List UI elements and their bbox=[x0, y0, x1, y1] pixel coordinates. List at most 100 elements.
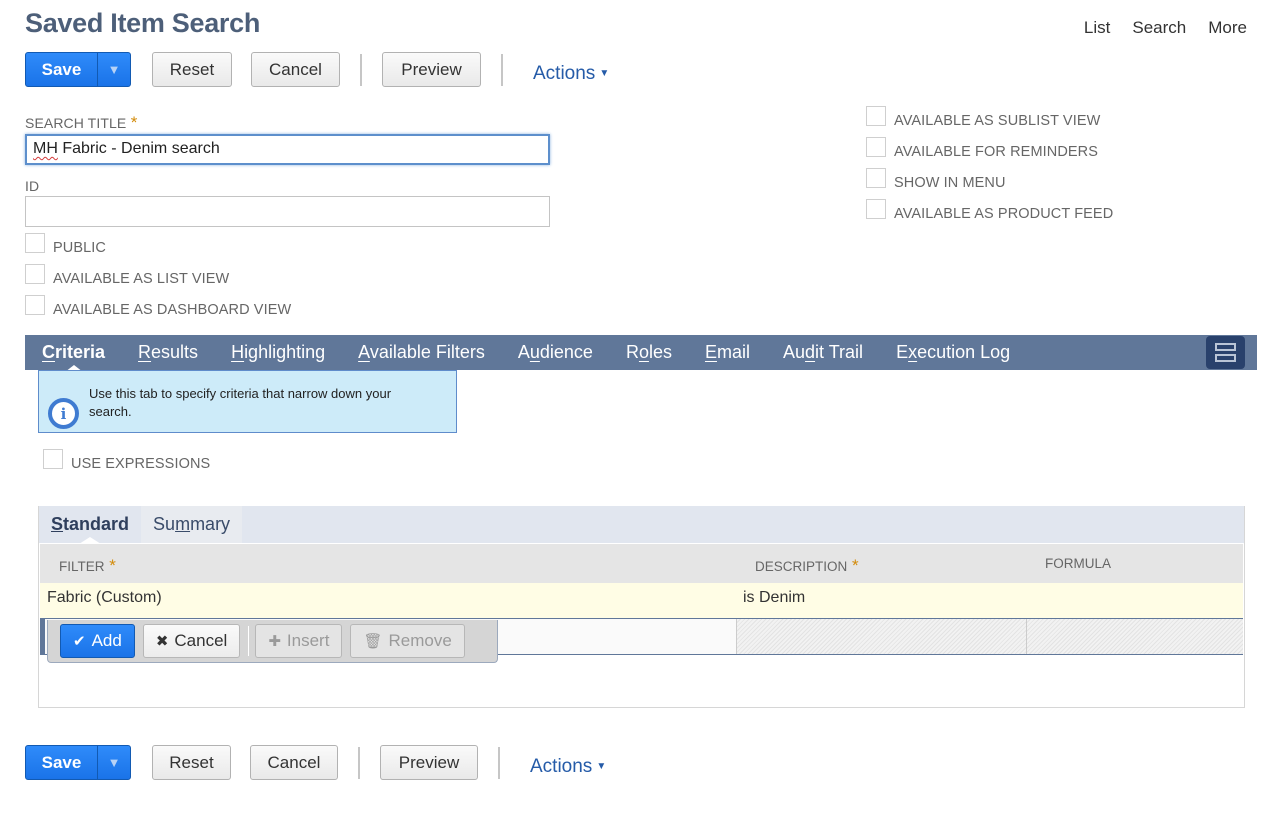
checkmark-icon: ✔ bbox=[73, 633, 86, 650]
tab-results[interactable]: Results bbox=[138, 342, 198, 363]
list-view-checkbox-row[interactable]: AVAILABLE AS LIST VIEW bbox=[25, 264, 230, 287]
search-title-value: Fabric - Denim search bbox=[57, 140, 220, 157]
info-icon: i bbox=[48, 398, 79, 429]
tab-email[interactable]: Email bbox=[705, 342, 750, 363]
plus-icon: ✚ bbox=[268, 633, 281, 650]
tab-criteria[interactable]: Criteria bbox=[42, 342, 105, 363]
description-cell: is Denim bbox=[743, 589, 806, 606]
toolbar-divider bbox=[498, 746, 500, 779]
list-view-label: AVAILABLE AS LIST VIEW bbox=[53, 271, 230, 287]
filter-cell: Fabric (Custom) bbox=[47, 589, 162, 606]
actions-label: Actions bbox=[530, 755, 593, 777]
public-checkbox-row[interactable]: PUBLIC bbox=[25, 233, 106, 256]
tab-highlighting[interactable]: Highlighting bbox=[231, 342, 325, 363]
id-label: ID bbox=[25, 178, 40, 194]
top-nav-links: List Search More bbox=[1084, 18, 1247, 38]
public-label: PUBLIC bbox=[53, 240, 106, 256]
toolbar-divider bbox=[501, 53, 503, 86]
preview-button[interactable]: Preview bbox=[382, 52, 481, 87]
show-in-menu-checkbox[interactable] bbox=[866, 168, 886, 188]
product-feed-label: AVAILABLE AS PRODUCT FEED bbox=[894, 206, 1114, 222]
search-link[interactable]: Search bbox=[1132, 18, 1186, 38]
close-icon: ✖ bbox=[155, 633, 169, 650]
show-in-menu-label: SHOW IN MENU bbox=[894, 175, 1006, 191]
sublist-view-label: AVAILABLE AS SUBLIST VIEW bbox=[894, 113, 1101, 129]
search-title-input[interactable]: MH Fabric - Denim search bbox=[25, 134, 550, 165]
formula-cell-disabled bbox=[1026, 619, 1243, 654]
dashboard-view-checkbox-row[interactable]: AVAILABLE AS DASHBOARD VIEW bbox=[25, 295, 292, 318]
info-message: i Use this tab to specify criteria that … bbox=[38, 370, 457, 433]
show-in-menu-checkbox-row[interactable]: SHOW IN MENU bbox=[866, 168, 1006, 191]
reset-button[interactable]: Reset bbox=[152, 52, 232, 87]
preview-button[interactable]: Preview bbox=[380, 745, 478, 780]
tab-roles[interactable]: Roles bbox=[626, 342, 672, 363]
toolbar-divider bbox=[360, 53, 362, 86]
id-input[interactable] bbox=[25, 196, 550, 227]
reminders-label: AVAILABLE FOR REMINDERS bbox=[894, 144, 1099, 160]
subtab-bar: Standard Su m mary bbox=[39, 506, 1244, 543]
bottom-toolbar: Save ▼ Reset Cancel Preview Actions ▼ bbox=[25, 745, 606, 780]
tab-execution-log[interactable]: Execution Log bbox=[896, 342, 1010, 363]
info-text: Use this tab to specify criteria that na… bbox=[89, 386, 392, 419]
subtab-summary[interactable]: Su m mary bbox=[141, 506, 243, 543]
use-expressions-checkbox-row[interactable]: USE EXPRESSIONS bbox=[43, 449, 211, 472]
required-asterisk: * bbox=[130, 113, 138, 132]
more-link[interactable]: More bbox=[1208, 18, 1247, 38]
trash-icon: 🗑 bbox=[363, 633, 383, 650]
save-dropdown-button[interactable]: ▼ bbox=[97, 53, 130, 86]
description-cell-disabled bbox=[736, 619, 1026, 654]
public-checkbox[interactable] bbox=[25, 233, 45, 253]
save-button[interactable]: Save bbox=[26, 53, 97, 86]
table-row[interactable]: Fabric (Custom) is Denim bbox=[40, 583, 1243, 618]
stacked-rows-icon bbox=[1215, 343, 1236, 351]
reminders-checkbox[interactable] bbox=[866, 137, 886, 157]
filter-column-header: FILTER * bbox=[59, 556, 116, 575]
search-title-label-wrap: SEARCH TITLE * bbox=[25, 113, 137, 133]
grid-button-bar: ✔ Add ✖ Cancel ✚ Insert 🗑 Remove bbox=[47, 620, 498, 663]
dashboard-view-label: AVAILABLE AS DASHBOARD VIEW bbox=[53, 302, 292, 318]
use-expressions-label: USE EXPRESSIONS bbox=[71, 456, 211, 472]
remove-button[interactable]: 🗑 Remove bbox=[350, 624, 465, 658]
sublist-view-checkbox-row[interactable]: AVAILABLE AS SUBLIST VIEW bbox=[866, 106, 1101, 129]
sublist-view-checkbox[interactable] bbox=[866, 106, 886, 126]
caret-down-icon: ▼ bbox=[107, 755, 121, 770]
tab-available-filters[interactable]: Available Filters bbox=[358, 342, 485, 363]
collapse-tabs-button[interactable] bbox=[1206, 336, 1245, 369]
reset-button[interactable]: Reset bbox=[152, 745, 231, 780]
list-view-checkbox[interactable] bbox=[25, 264, 45, 284]
actions-label: Actions bbox=[533, 62, 596, 84]
main-tab-bar: Criteria Results Highlighting Available … bbox=[25, 335, 1257, 370]
save-split-button: Save ▼ bbox=[25, 745, 131, 780]
list-link[interactable]: List bbox=[1084, 18, 1110, 38]
toolbar-divider bbox=[358, 746, 360, 779]
caret-down-icon: ▼ bbox=[596, 761, 607, 772]
tab-audience[interactable]: Audience bbox=[518, 342, 593, 363]
page-title: Saved Item Search bbox=[25, 8, 261, 38]
dashboard-view-checkbox[interactable] bbox=[25, 295, 45, 315]
product-feed-checkbox[interactable] bbox=[866, 199, 886, 219]
save-button[interactable]: Save bbox=[26, 746, 97, 779]
search-title-label: SEARCH TITLE bbox=[25, 115, 127, 131]
actions-menu[interactable]: Actions ▼ bbox=[530, 756, 606, 778]
subtab-standard[interactable]: Standard bbox=[39, 506, 142, 543]
caret-down-icon: ▼ bbox=[599, 68, 610, 79]
grid-header: FILTER * DESCRIPTION * FORMULA bbox=[40, 544, 1243, 583]
caret-down-icon: ▼ bbox=[107, 62, 121, 77]
insert-button[interactable]: ✚ Insert bbox=[255, 624, 343, 658]
save-split-button: Save ▼ bbox=[25, 52, 131, 87]
cancel-button[interactable]: Cancel bbox=[250, 745, 338, 780]
top-toolbar: Save ▼ Reset Cancel Preview Actions ▼ bbox=[25, 52, 609, 87]
tab-audit-trail[interactable]: Audit Trail bbox=[783, 342, 863, 363]
misspelled-word: MH bbox=[33, 140, 58, 157]
grid-cancel-button[interactable]: ✖ Cancel bbox=[142, 624, 241, 658]
cancel-button[interactable]: Cancel bbox=[251, 52, 340, 87]
description-column-header: DESCRIPTION * bbox=[755, 556, 859, 575]
use-expressions-checkbox[interactable] bbox=[43, 449, 63, 469]
save-dropdown-button[interactable]: ▼ bbox=[97, 746, 130, 779]
formula-column-header: FORMULA bbox=[1045, 556, 1112, 571]
actions-menu[interactable]: Actions ▼ bbox=[533, 63, 609, 85]
add-button[interactable]: ✔ Add bbox=[60, 624, 135, 658]
criteria-subpanel: Standard Su m mary FILTER * DESCRIPTION * … bbox=[38, 506, 1245, 708]
reminders-checkbox-row[interactable]: AVAILABLE FOR REMINDERS bbox=[866, 137, 1099, 160]
product-feed-checkbox-row[interactable]: AVAILABLE AS PRODUCT FEED bbox=[866, 199, 1114, 222]
